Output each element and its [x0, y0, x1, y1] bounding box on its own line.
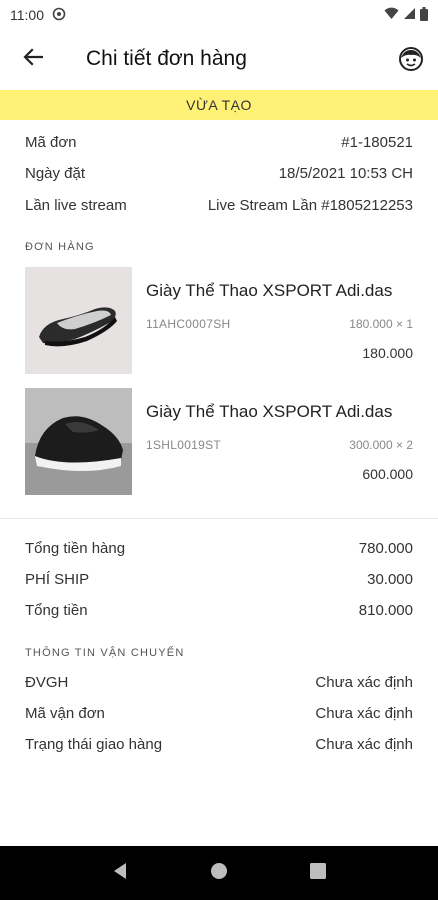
order-status-label: VỪA TẠO	[186, 97, 252, 113]
nav-back-icon	[112, 862, 128, 885]
product-price-quantity: 300.000 × 2	[349, 438, 413, 452]
nav-home-button[interactable]	[207, 861, 231, 885]
status-time: 11:00	[10, 7, 44, 23]
nav-recents-icon	[310, 862, 327, 884]
subtotal-label: Tổng tiền hàng	[25, 540, 126, 557]
divider	[0, 518, 438, 519]
order-date-label: Ngày đặt	[25, 165, 86, 182]
order-status-banner: VỪA TẠO	[0, 90, 438, 120]
nav-home-icon	[210, 862, 228, 885]
avatar-button[interactable]	[398, 46, 424, 72]
sync-icon	[52, 7, 66, 24]
grand-total-label: Tổng tiền	[25, 602, 88, 619]
product-line-total: 600.000	[362, 466, 413, 482]
battery-icon	[420, 6, 428, 24]
product-image	[25, 388, 132, 495]
tracking-code-label: Mã vận đơn	[25, 705, 105, 722]
page-title: Chi tiết đơn hàng	[86, 47, 247, 70]
product-line-total: 180.000	[362, 345, 413, 361]
order-date-value: 18/5/2021 10:53 CH	[278, 165, 413, 182]
back-arrow-icon	[23, 47, 44, 71]
order-code-label: Mã đơn	[25, 134, 77, 151]
delivery-status-row: Trạng thái giao hàng Chưa xác định	[25, 736, 413, 753]
product-price-quantity: 180.000 × 1	[349, 317, 413, 331]
app-bar: Chi tiết đơn hàng	[0, 34, 438, 84]
order-code-row: Mã đơn #1-180521	[25, 134, 413, 151]
items-section-title: ĐƠN HÀNG	[25, 241, 95, 253]
nav-back-button[interactable]	[108, 861, 132, 885]
subtotal-value: 780.000	[358, 540, 413, 557]
product-name: Giày Thể Thao XSPORT Adi.das	[146, 281, 393, 300]
order-item[interactable]: Giày Thể Thao XSPORT Adi.das 1SHL0019ST …	[25, 388, 413, 496]
shipping-fee-value: 30.000	[367, 571, 413, 588]
tracking-code-row: Mã vận đơn Chưa xác định	[25, 705, 413, 722]
product-sku: 11AHC0007SH	[146, 317, 231, 331]
livestream-row: Lần live stream Live Stream Lần #1805212…	[25, 197, 413, 214]
carrier-value: Chưa xác định	[315, 674, 413, 691]
avatar-icon	[398, 47, 424, 76]
system-navigation-bar	[0, 846, 438, 900]
shipping-fee-label: PHÍ SHIP	[25, 571, 90, 588]
carrier-label: ĐVGH	[25, 674, 69, 691]
carrier-row: ĐVGH Chưa xác định	[25, 674, 413, 691]
order-date-row: Ngày đặt 18/5/2021 10:53 CH	[25, 165, 413, 182]
wifi-icon	[384, 7, 399, 23]
product-name: Giày Thể Thao XSPORT Adi.das	[146, 402, 393, 421]
order-item[interactable]: Giày Thể Thao XSPORT Adi.das 11AHC0007SH…	[25, 267, 413, 375]
product-image	[25, 267, 132, 374]
shipping-section-title: THÔNG TIN VẬN CHUYỂN	[25, 647, 185, 659]
back-button[interactable]	[18, 44, 48, 74]
delivery-status-value: Chưa xác định	[315, 736, 413, 753]
subtotal-row: Tổng tiền hàng 780.000	[25, 540, 413, 557]
order-code-value: #1-180521	[341, 134, 413, 151]
delivery-status-label: Trạng thái giao hàng	[25, 736, 163, 753]
tracking-code-value: Chưa xác định	[315, 705, 413, 722]
livestream-value: Live Stream Lần #1805212253	[207, 197, 413, 214]
nav-recents-button[interactable]	[306, 861, 330, 885]
shipping-fee-row: PHÍ SHIP 30.000	[25, 571, 413, 588]
signal-icon	[403, 7, 416, 23]
grand-total-row: Tổng tiền 810.000	[25, 602, 413, 619]
status-bar: 11:00	[0, 0, 438, 30]
product-sku: 1SHL0019ST	[146, 438, 222, 452]
livestream-label: Lần live stream	[25, 197, 127, 214]
grand-total-value: 810.000	[358, 602, 413, 619]
